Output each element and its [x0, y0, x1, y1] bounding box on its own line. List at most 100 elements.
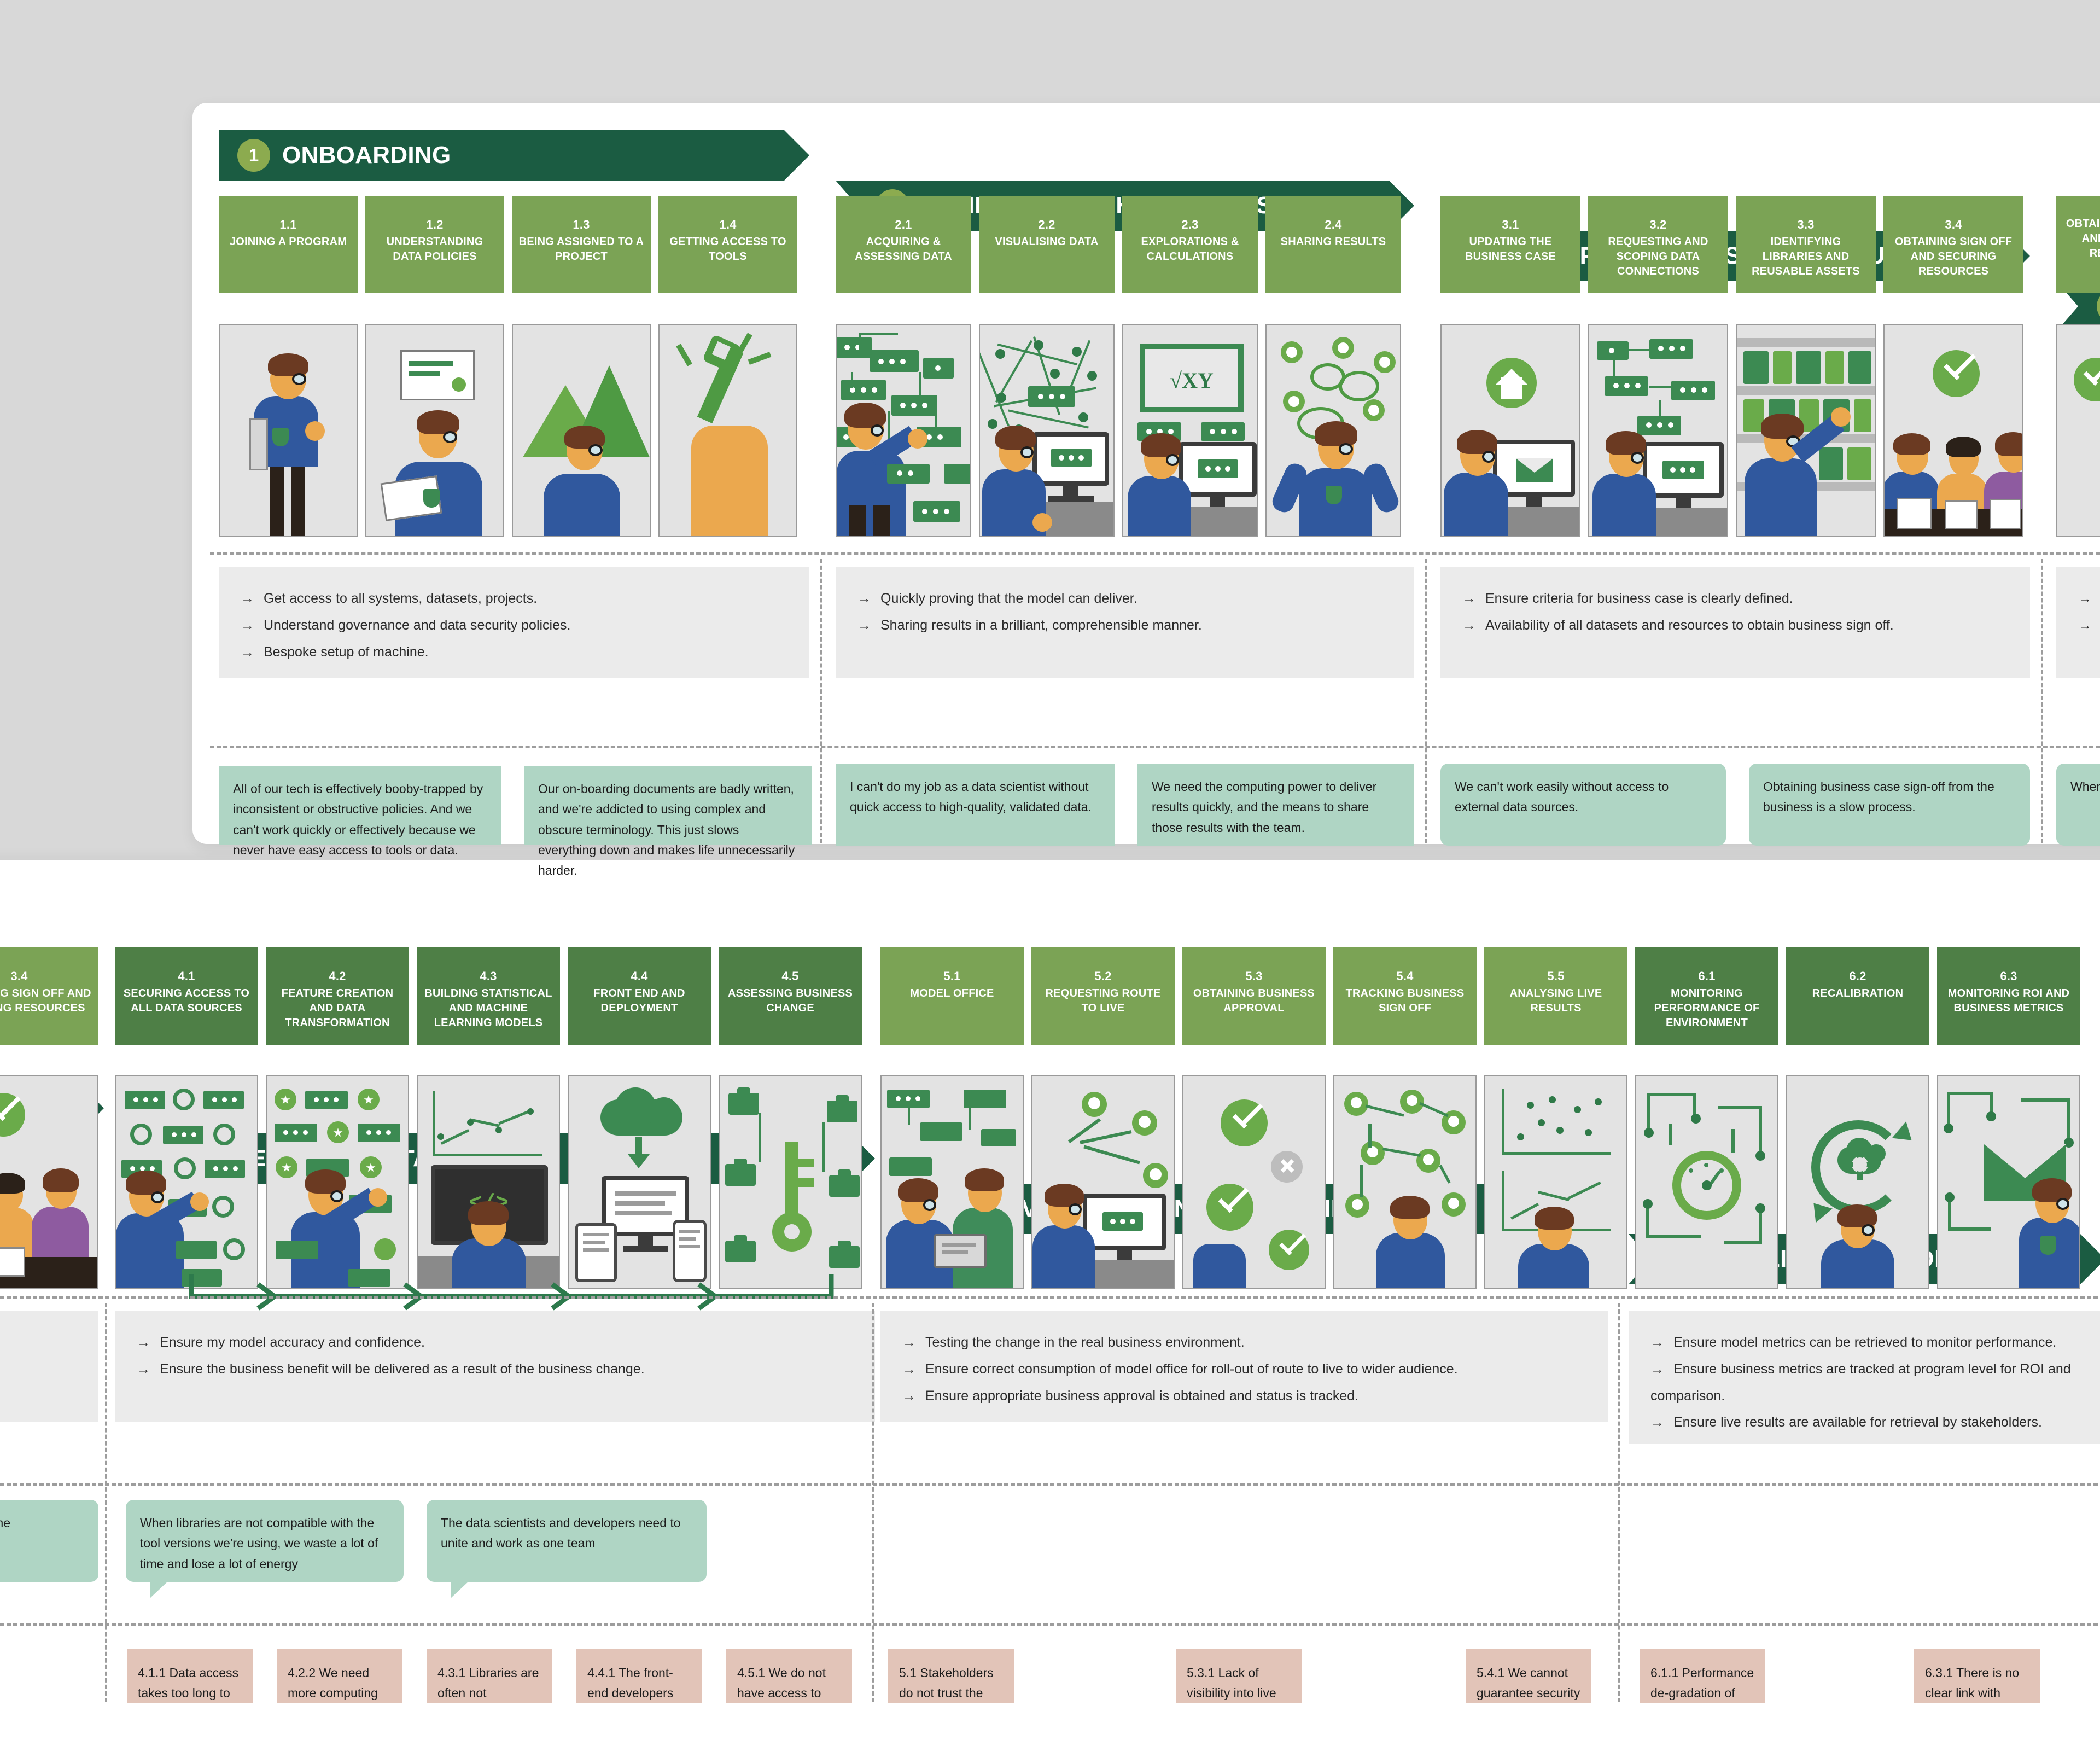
pain-text: 4.1.1 Data access takes too long to arra… [138, 1666, 239, 1700]
step-label: MODEL OFFICE [910, 987, 994, 1000]
arrow-icon: → [137, 1335, 150, 1350]
quote-card-2-1: I can't do my job as a data scientist wi… [836, 764, 1115, 846]
goal-text: Availability of all datasets and resourc… [1485, 617, 1894, 633]
quote-text: All of our tech is effectively booby-tra… [233, 782, 483, 857]
quote-card-1-1: All of our tech is effectively booby-tra… [219, 766, 501, 857]
phase-illustrations-3 [1440, 324, 2023, 537]
arrow-icon: → [241, 644, 254, 660]
step-tile-3-4-tail[interactable]: 3.4 OBTAINING SIGN OFF AND SECURING RESO… [0, 947, 98, 1045]
step-number: 1.3 [573, 218, 590, 231]
pain-text: 4.4.1 The front-end developers and the d… [587, 1666, 674, 1700]
quote-text: When libraries are not compatible with t… [140, 1516, 378, 1571]
step-label: RECALIBRATION [1812, 987, 1904, 1000]
step-number: 2.3 [1181, 218, 1199, 231]
pain-card-5-1: 5.1 Stakeholders do not trust the model … [888, 1649, 1014, 1703]
step-tile-5-1[interactable]: 5.1 MODEL OFFICE [880, 947, 1024, 1045]
step-number: 3.4 [10, 969, 28, 983]
step-label: FRONT END AND DEPLOYMENT [593, 987, 685, 1015]
step-label: IDENTIFYING LIBRARIES AND REUSABLE ASSET… [1752, 236, 1860, 278]
step-label: OBTAINING SIGN OFF AND SECURING RESOURCE… [2066, 218, 2100, 259]
goal-item: → Availability of all datasets and resour… [1462, 612, 2008, 639]
step-number: 3.2 [1649, 218, 1667, 231]
quote-card-3-2: Obtaining business case sign-off from th… [1749, 764, 2030, 846]
quote-text: We need the computing power to deliver r… [1152, 779, 1377, 835]
step-tile-5-4[interactable]: 5.4 TRACKING BUSINESS SIGN OFF [1333, 947, 1477, 1045]
pain-text: 6.3.1 There is no clear link with measur… [1925, 1666, 2020, 1700]
step-tile-4-4[interactable]: 4.4 FRONT END AND DEPLOYMENT [568, 947, 711, 1045]
quote-text: When the to lot of [2070, 779, 2100, 794]
step-number: 5.1 [943, 969, 961, 983]
pain-card-6-3: 6.3.1 There is no clear link with measur… [1914, 1649, 2040, 1703]
phase-steps-5: 5.1 MODEL OFFICE 5.2 REQUESTING ROUTE TO… [880, 947, 1628, 1045]
step-tile-4-3[interactable]: 4.3 BUILDING STATISTICAL AND MACHINE LEA… [417, 947, 560, 1045]
step-tile-5-3[interactable]: 5.3 OBTAINING BUSINESS APPROVAL [1182, 947, 1326, 1045]
row2-col-divider-1 [105, 1303, 107, 1702]
step-tile-4-1-clipped[interactable]: OBTAINING SIGN OFF AND SECURING RESOURCE… [2056, 196, 2100, 293]
step-number: 5.3 [1245, 969, 1263, 983]
goal-item: → Bespoke setup of machine. [241, 639, 788, 666]
step-tile-6-3[interactable]: 6.3 MONITORING ROI AND BUSINESS METRICS [1937, 947, 2080, 1045]
step-label: ACQUIRING & ASSESSING DATA [855, 236, 952, 263]
step-tile-1-1[interactable]: 1.1 JOINING A PROGRAM [219, 196, 358, 293]
goal-text: Ensure the business benefit will be deli… [160, 1361, 645, 1377]
step-tile-6-1[interactable]: 6.1 MONITORING PERFORMANCE OF ENVIRONMEN… [1635, 947, 1778, 1045]
goal-text: Bespoke setup of machine. [264, 644, 429, 660]
illustration-2-1 [836, 324, 971, 537]
illustration-1-4 [658, 324, 797, 537]
pain-card-4-3: 4.3.1 Libraries are often not compatible… [427, 1649, 552, 1703]
illustration-5-2 [1031, 1075, 1175, 1289]
phase-goals-3-tail [0, 1311, 98, 1422]
step-tile-2-3[interactable]: 2.3 EXPLORATIONS & CALCULATIONS [1122, 196, 1258, 293]
illustration-1-2 [365, 324, 504, 537]
phase-steps-4: 4.1 SECURING ACCESS TO ALL DATA SOURCES … [115, 947, 862, 1045]
step-tile-3-2[interactable]: 3.2 REQUESTING AND SCOPING DATA CONNECTI… [1588, 196, 1728, 293]
goal-item: → Ensure appropriate business approval is… [902, 1383, 1586, 1410]
step-tile-3-3[interactable]: 3.3 IDENTIFYING LIBRARIES AND REUSABLE A… [1736, 196, 1876, 293]
step-tile-2-2[interactable]: 2.2 VISUALISING DATA [979, 196, 1115, 293]
row-divider-quotes-top [210, 746, 2100, 748]
illustration-3-1 [1440, 324, 1580, 537]
phase-illustrations-6 [1635, 1075, 2080, 1289]
pain-text: 5.1 Stakeholders do not trust the model … [899, 1666, 994, 1700]
step-tile-4-1[interactable]: 4.1 SECURING ACCESS TO ALL DATA SOURCES [115, 947, 258, 1045]
goal-item: → Ensure criteria for business case is cl… [1462, 585, 2008, 612]
goal-text: Ensure live results are available for re… [1673, 1415, 2042, 1430]
step-number: 5.2 [1094, 969, 1112, 983]
step-label: ASSESSING BUSINESS CHANGE [727, 987, 853, 1015]
goal-text: Sharing results in a brilliant, comprehe… [880, 617, 1202, 633]
step-tile-5-5[interactable]: 5.5 ANALYSING LIVE RESULTS [1484, 947, 1628, 1045]
step-number: 1.2 [426, 218, 444, 231]
step-tile-4-5[interactable]: 4.5 ASSESSING BUSINESS CHANGE [719, 947, 862, 1045]
step-tile-1-2[interactable]: 1.2 UNDERSTANDING DATA POLICIES [365, 196, 504, 293]
step-number: 5.4 [1396, 969, 1414, 983]
step-label: REQUESTING AND SCOPING DATA CONNECTIONS [1608, 236, 1708, 278]
step-number: 4.1 [178, 969, 195, 983]
illustration-6-2 [1786, 1075, 1929, 1289]
phase-banner-1[interactable]: 1 ONBOARDING [219, 130, 809, 181]
col-divider-2 [1425, 559, 1427, 843]
arrow-icon: → [1462, 591, 1476, 606]
illustration-3-4-tail [0, 1075, 98, 1289]
illustration-5-4 [1333, 1075, 1477, 1289]
row-divider-goals-top [210, 552, 2100, 555]
illustration-4-5 [719, 1075, 862, 1289]
arrow-icon: → [241, 591, 254, 606]
arrow-icon: → [902, 1335, 916, 1350]
step-tile-1-4[interactable]: 1.4 GETTING ACCESS TO TOOLS [658, 196, 797, 293]
goal-text: Ensure criteria for business case is cle… [1485, 591, 1793, 606]
quote-card-4-clipped: When the to lot of [2056, 764, 2100, 846]
quote-text: The data scientists and developers need … [441, 1516, 681, 1551]
arrow-icon: → [858, 617, 871, 633]
step-tile-1-3[interactable]: 1.3 BEING ASSIGNED TO A PROJECT [512, 196, 651, 293]
pain-card-4-2: 4.2.2 We need more computing power to wo… [277, 1649, 402, 1703]
step-tile-2-1[interactable]: 2.1 ACQUIRING & ASSESSING DATA [836, 196, 971, 293]
step-tile-3-4[interactable]: 3.4 OBTAINING SIGN OFF AND SECURING RESO… [1883, 196, 2023, 293]
step-tile-5-2[interactable]: 5.2 REQUESTING ROUTE TO LIVE [1031, 947, 1175, 1045]
goal-text: Ensure correct consumption of model offi… [925, 1361, 1458, 1377]
arrow-icon: → [2078, 591, 2092, 606]
step-tile-3-1[interactable]: 3.1 UPDATING THE BUSINESS CASE [1440, 196, 1580, 293]
step-tile-4-2[interactable]: 4.2 FEATURE CREATION AND DATA TRANSFORMA… [266, 947, 409, 1045]
illustration-6-3 [1937, 1075, 2080, 1289]
step-tile-6-2[interactable]: 6.2 RECALIBRATION [1786, 947, 1929, 1045]
step-tile-2-4[interactable]: 2.4 SHARING RESULTS [1265, 196, 1401, 293]
